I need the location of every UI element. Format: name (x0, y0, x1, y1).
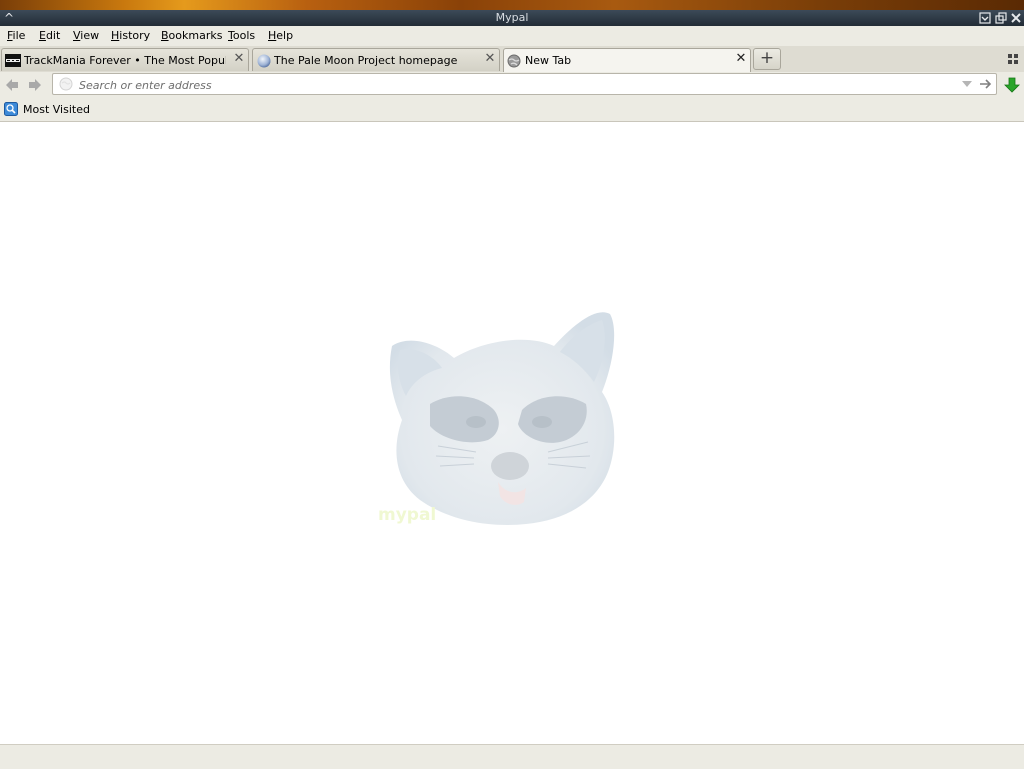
window-title: Mypal (495, 11, 529, 24)
tab-label: The Pale Moon Project homepage (274, 54, 458, 67)
trackmania-favicon-icon (5, 54, 21, 67)
new-tab-button[interactable]: + (753, 48, 781, 70)
pale-moon-favicon-icon (256, 54, 271, 68)
restore-icon[interactable] (994, 10, 1008, 26)
site-identity-icon[interactable] (59, 77, 73, 91)
menu-help[interactable]: Help (268, 29, 293, 42)
tab-new-tab[interactable]: New Tab ✕ (503, 48, 751, 72)
back-arrow-icon[interactable] (3, 76, 21, 94)
minimize-icon[interactable] (978, 10, 992, 26)
globe-icon (507, 54, 521, 68)
forward-arrow-icon[interactable] (26, 76, 44, 94)
tab-close-icon[interactable]: ✕ (734, 52, 748, 66)
most-visited-icon (4, 102, 18, 116)
tab-pale-moon[interactable]: The Pale Moon Project homepage ✕ (252, 48, 500, 71)
address-bar[interactable] (52, 73, 997, 95)
dropdown-history-icon[interactable] (961, 78, 973, 90)
window-titlebar[interactable]: ^ Mypal (0, 10, 1024, 26)
menu-edit[interactable]: Edit (39, 29, 60, 42)
menu-history[interactable]: History (111, 29, 150, 42)
bookmarks-toolbar: Most Visited (0, 98, 1024, 122)
tab-groups-grid-icon[interactable] (1008, 54, 1018, 64)
mypal-raccoon-logo: mypal (376, 306, 626, 536)
page-content[interactable]: mypal (0, 122, 1024, 744)
plus-icon: + (759, 48, 775, 68)
menu-bookmarks[interactable]: Bookmarks (161, 29, 222, 42)
close-icon[interactable] (1009, 10, 1023, 26)
menu-bar: File Edit View History Bookmarks Tools H… (0, 26, 1024, 46)
tab-label: New Tab (525, 54, 572, 67)
mypal-logo-text: mypal (378, 505, 436, 525)
tab-trackmania[interactable]: TrackMania Forever • The Most Popular ..… (1, 48, 249, 71)
menu-tools[interactable]: Tools (228, 29, 255, 42)
most-visited-label: Most Visited (23, 103, 90, 116)
download-arrow-icon[interactable] (1003, 76, 1021, 94)
menu-file[interactable]: File (7, 29, 25, 42)
tab-strip: TrackMania Forever • The Most Popular ..… (0, 46, 1024, 73)
tab-label: TrackMania Forever • The Most Popular ..… (24, 54, 226, 67)
menu-view[interactable]: View (73, 29, 99, 42)
tab-close-icon[interactable]: ✕ (232, 52, 246, 66)
address-input[interactable] (77, 76, 941, 94)
desktop-background-strip (0, 0, 1024, 10)
status-bar (0, 744, 1024, 769)
go-arrow-icon[interactable] (979, 77, 993, 91)
tab-close-icon[interactable]: ✕ (483, 52, 497, 66)
